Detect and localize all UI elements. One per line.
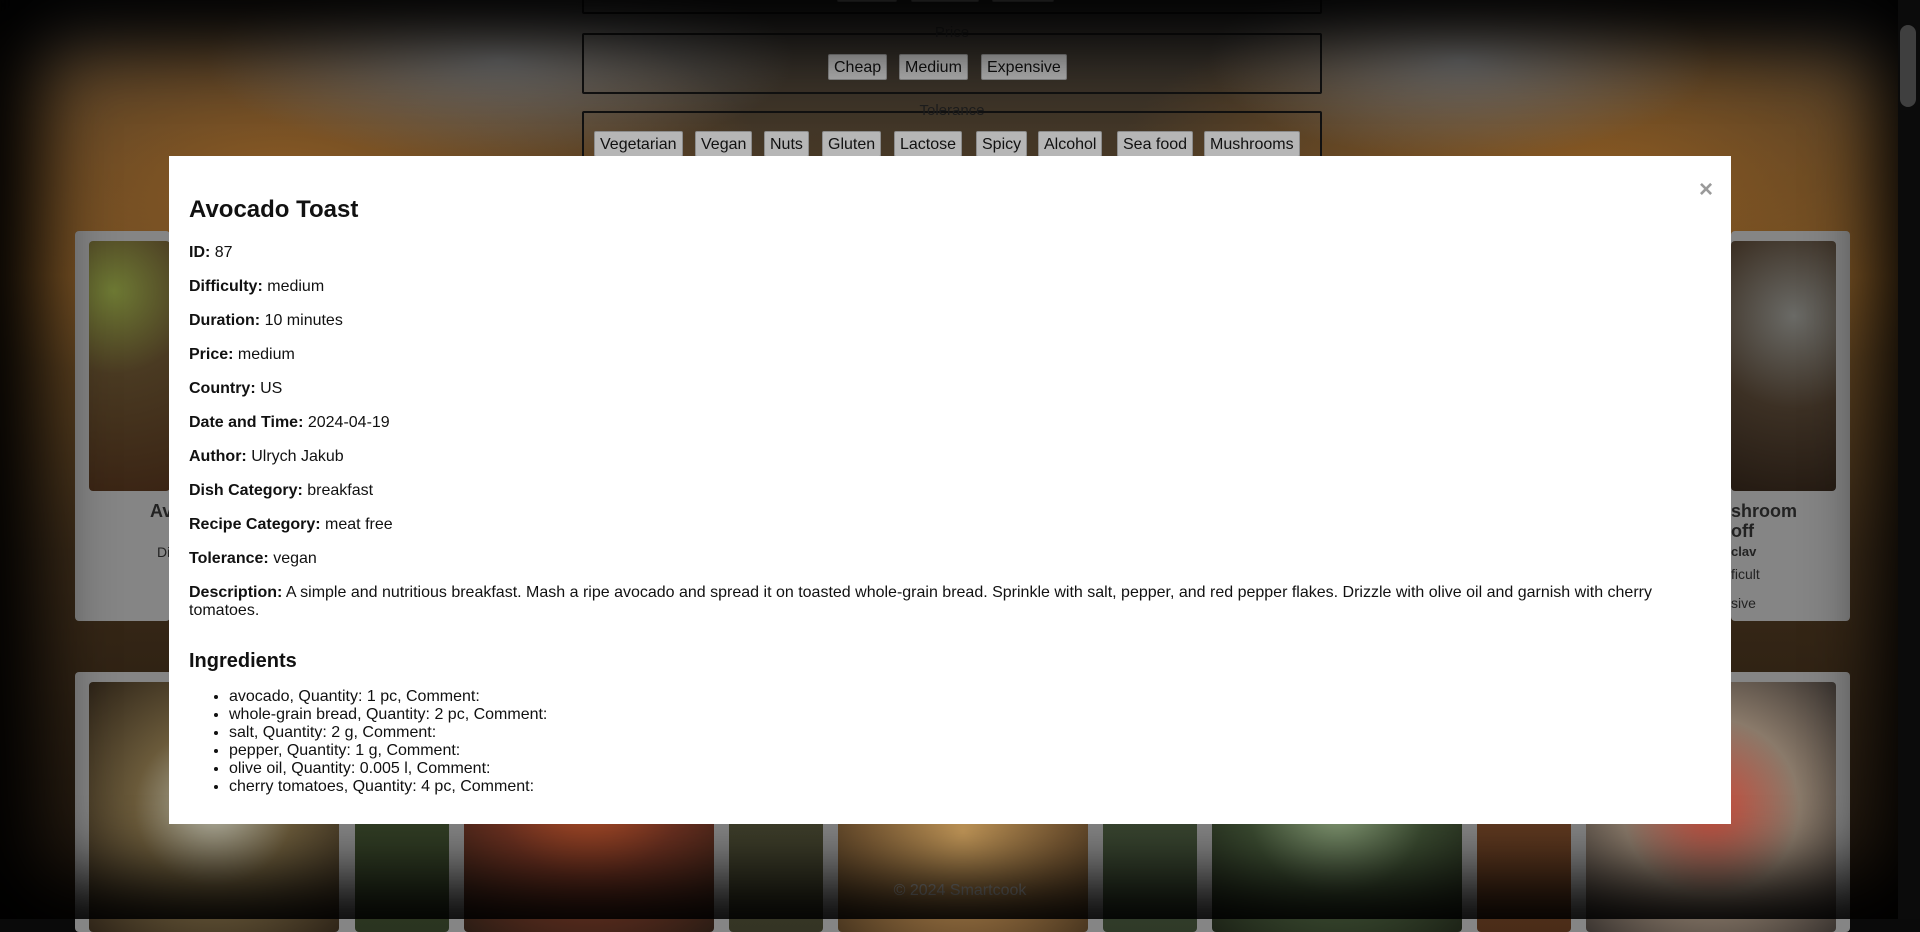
field-difficulty: Difficulty: medium [189,278,1714,296]
field-label: Country: [189,380,256,397]
close-icon[interactable]: × [1699,178,1713,202]
ingredient-item: cherry tomatoes, Quantity: 4 pc, Comment… [229,778,547,796]
field-label: Tolerance: [189,550,269,567]
field-date-time: Date and Time: 2024-04-19 [189,414,1714,432]
field-id: ID: 87 [189,244,1714,262]
ingredient-item: avocado, Quantity: 1 pc, Comment: [229,688,547,706]
recipe-title: Avocado Toast [189,196,359,223]
field-description: Description: A simple and nutritious bre… [189,584,1714,620]
field-dish-category: Dish Category: breakfast [189,482,1714,500]
field-label: Date and Time: [189,414,304,431]
field-label: Dish Category: [189,482,303,499]
field-author: Author: Ulrych Jakub [189,448,1714,466]
field-value: vegan [273,550,317,567]
ingredients-heading: Ingredients [189,650,297,672]
field-value: A simple and nutritious breakfast. Mash … [189,584,1652,619]
field-label: Difficulty: [189,278,263,295]
field-value: 10 minutes [264,312,343,329]
page-scrollbar-thumb[interactable] [1900,25,1916,107]
recipe-detail-modal: × Avocado Toast ID: 87 Difficulty: mediu… [169,156,1731,824]
ingredient-item: salt, Quantity: 2 g, Comment: [229,724,547,742]
ingredient-item: whole-grain bread, Quantity: 2 pc, Comme… [229,706,547,724]
field-value: 2024-04-19 [307,414,390,431]
ingredient-item: olive oil, Quantity: 0.005 l, Comment: [229,760,547,778]
field-label: Author: [189,448,247,465]
field-country: Country: US [189,380,1714,398]
field-duration: Duration: 10 minutes [189,312,1714,330]
field-label: ID: [189,244,211,261]
field-recipe-category: Recipe Category: meat free [189,516,1714,534]
field-price: Price: medium [189,346,1714,364]
field-value: 87 [214,244,233,261]
page-scrollbar-track[interactable] [1898,0,1920,919]
field-value: meat free [325,516,393,533]
field-value: breakfast [307,482,374,499]
field-label: Recipe Category: [189,516,321,533]
field-value: US [260,380,283,397]
ingredient-item: pepper, Quantity: 1 g, Comment: [229,742,547,760]
field-value: Ulrych Jakub [251,448,344,465]
field-label: Duration: [189,312,261,329]
ingredients-list: avocado, Quantity: 1 pc, Comment: whole-… [189,688,547,796]
field-value: medium [267,278,325,295]
field-label: Price: [189,346,234,363]
field-label: Description: [189,584,283,601]
field-value: medium [237,346,295,363]
field-tolerance: Tolerance: vegan [189,550,1714,568]
